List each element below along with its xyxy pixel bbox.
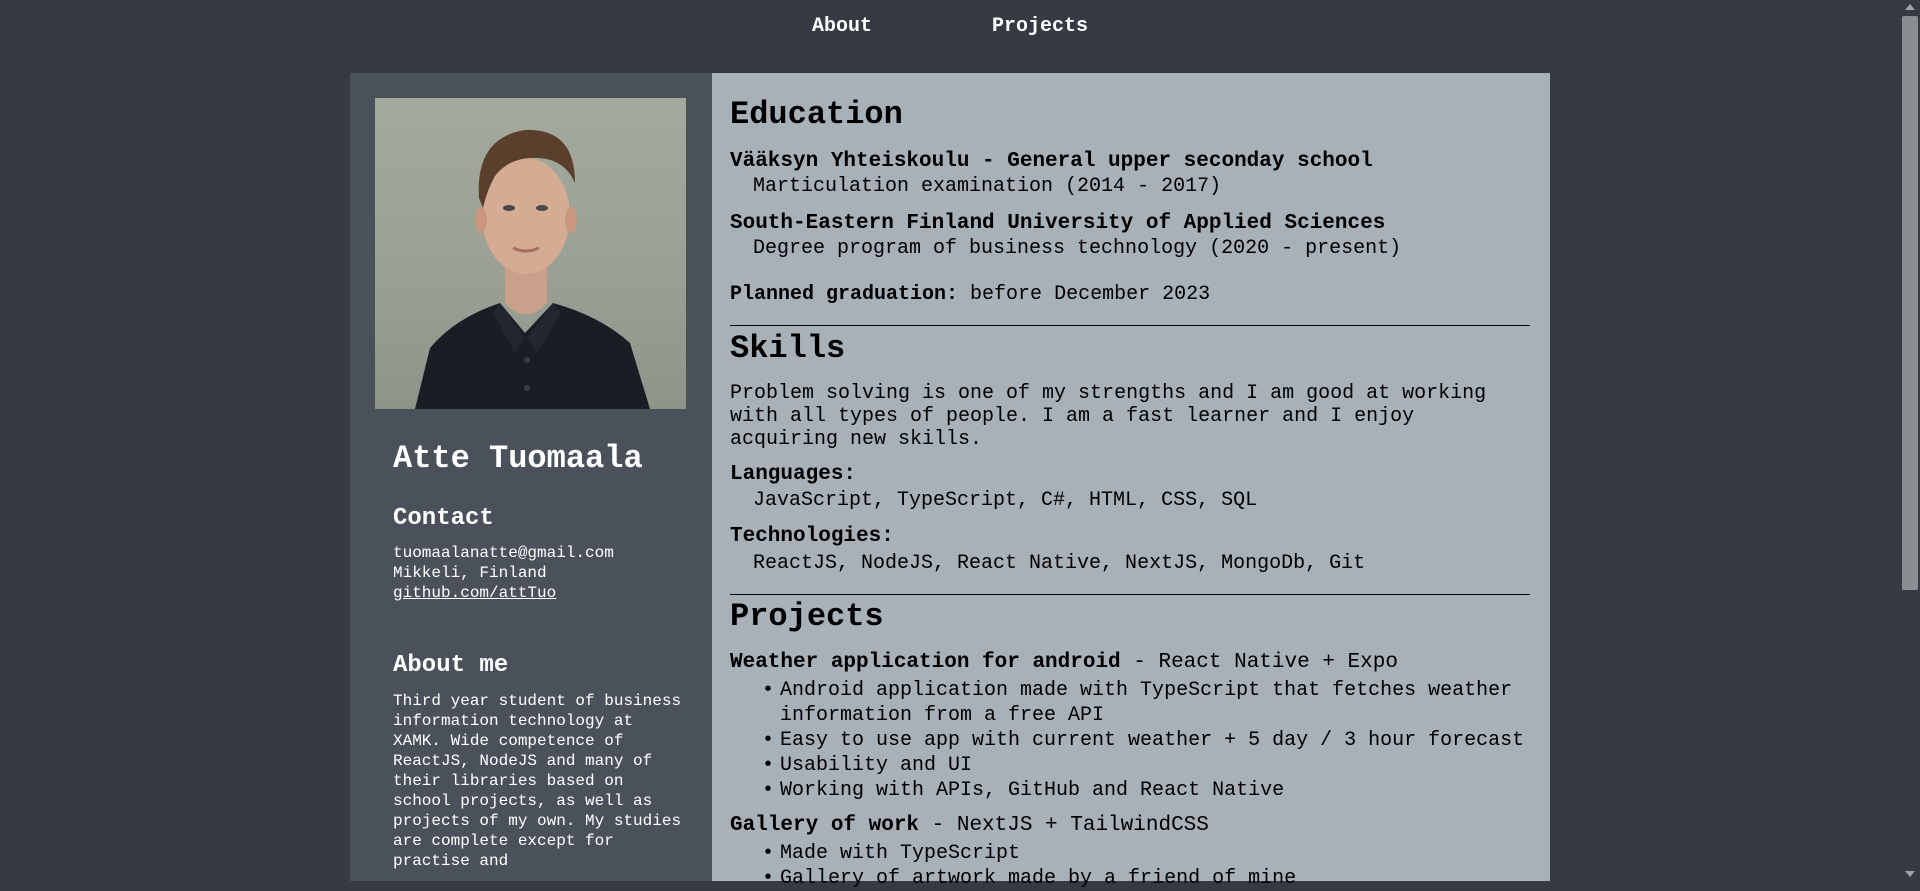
technologies-list: ReactJS, NodeJS, React Native, NextJS, M…: [753, 552, 1366, 575]
nav-projects-link[interactable]: Projects: [992, 15, 1088, 38]
list-item: Made with TypeScript: [762, 841, 1296, 866]
project-title: Gallery of work - NextJS + TailwindCSS: [730, 814, 1209, 837]
list-item: Android application made with TypeScript…: [762, 678, 1550, 728]
project-title: Weather application for android - React …: [730, 651, 1398, 674]
project-name: Weather application for android: [730, 651, 1121, 674]
skills-heading: Skills: [730, 330, 846, 367]
scroll-up-arrow-icon[interactable]: [1905, 4, 1915, 10]
about-heading: About me: [393, 652, 509, 679]
github-link[interactable]: github.com/attTuo: [393, 584, 556, 602]
education-entry-detail: Degree program of business technology (2…: [753, 237, 1402, 260]
languages-list: JavaScript, TypeScript, C#, HTML, CSS, S…: [753, 489, 1258, 512]
education-entry-school: South-Eastern Finland University of Appl…: [730, 212, 1386, 235]
project-bullets: Made with TypeScript Gallery of artwork …: [762, 841, 1296, 891]
planned-graduation-label: Planned graduation:: [730, 283, 959, 306]
page-scrollbar[interactable]: [1900, 0, 1920, 881]
project-name: Gallery of work: [730, 814, 920, 837]
top-nav: About Projects: [0, 0, 1900, 73]
list-item: Easy to use app with current weather + 5…: [762, 728, 1550, 753]
about-text: Third year student of business informati…: [393, 692, 682, 870]
projects-heading: Projects: [730, 598, 884, 635]
profile-name: Atte Tuomaala: [393, 440, 643, 477]
contact-heading: Contact: [393, 505, 494, 532]
education-entry-school: Vääksyn Yhteiskoulu - General upper seco…: [730, 150, 1373, 173]
list-item: Working with APIs, GitHub and React Nati…: [762, 778, 1550, 803]
section-divider: [730, 594, 1530, 595]
contact-details: tuomaalanatte@gmail.com Mikkeli, Finland…: [393, 543, 614, 603]
project-stack: - React Native + Expo: [1120, 651, 1398, 674]
scroll-thumb[interactable]: [1902, 16, 1918, 590]
nav-about-link[interactable]: About: [812, 15, 872, 38]
scroll-down-arrow-icon[interactable]: [1905, 871, 1915, 877]
contact-location: Mikkeli, Finland: [393, 564, 547, 582]
profile-sidebar: Atte Tuomaala Contact tuomaalanatte@gmai…: [350, 73, 712, 881]
technologies-label: Technologies:: [730, 525, 894, 548]
portrait-image: [415, 129, 650, 409]
languages-label: Languages:: [730, 463, 857, 486]
planned-graduation-value: before December 2023: [958, 283, 1211, 306]
project-bullets: Android application made with TypeScript…: [762, 678, 1550, 803]
profile-photo: [375, 98, 686, 409]
list-item: Usability and UI: [762, 753, 1550, 778]
list-item: Gallery of artwork made by a friend of m…: [762, 866, 1296, 891]
education-entry-detail: Marticulation examination (2014 - 2017): [753, 175, 1222, 198]
planned-graduation: Planned graduation: before December 2023: [730, 283, 1210, 306]
section-divider: [730, 325, 1530, 326]
resume-main: Education Vääksyn Yhteiskoulu - General …: [712, 73, 1550, 891]
education-heading: Education: [730, 96, 903, 133]
skills-summary: Problem solving is one of my strengths a…: [730, 382, 1487, 451]
project-stack: - NextJS + TailwindCSS: [919, 814, 1209, 837]
contact-email: tuomaalanatte@gmail.com: [393, 544, 614, 562]
